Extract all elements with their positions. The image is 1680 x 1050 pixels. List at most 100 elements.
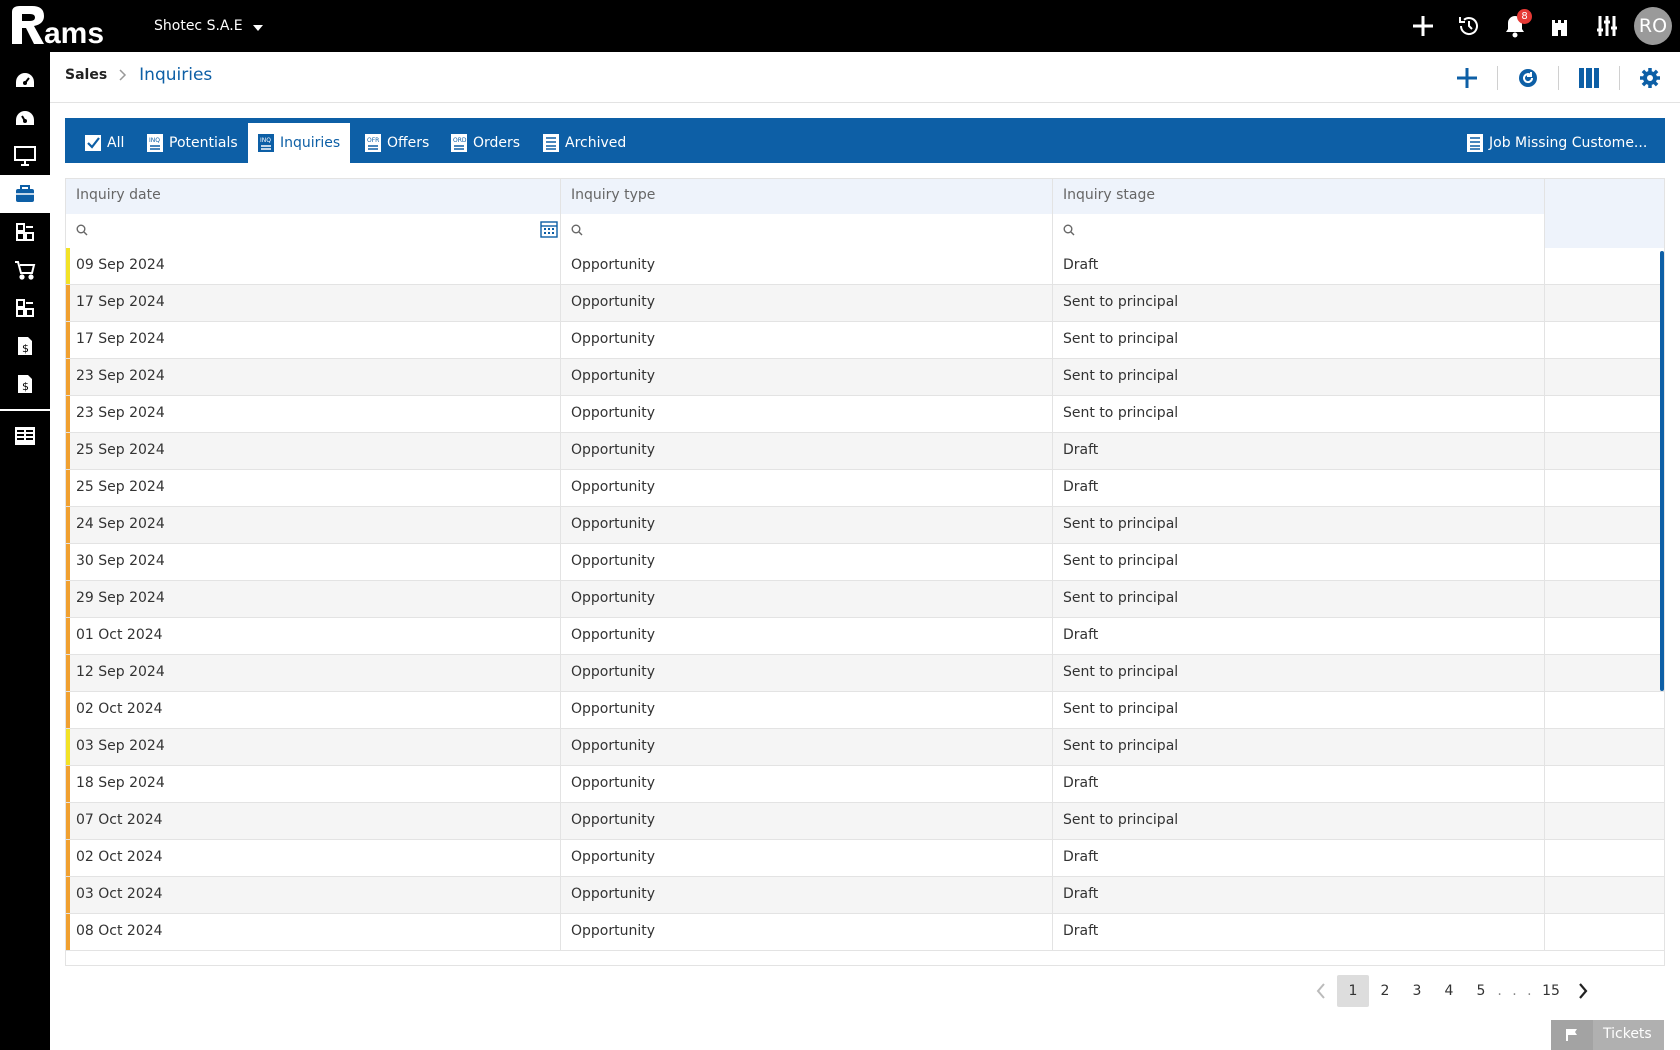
- dashboard-icon: [16, 73, 34, 87]
- sidebar-item-purchasing[interactable]: [0, 251, 50, 289]
- user-avatar[interactable]: RO: [1634, 7, 1672, 45]
- inq-doc-icon: INQ: [147, 134, 163, 152]
- table-row[interactable]: 30 Sep 2024 Opportunity Sent to principal: [66, 544, 1664, 581]
- castle-button[interactable]: [1538, 0, 1584, 52]
- page-5-button[interactable]: 5: [1465, 975, 1497, 1007]
- cell-inquiry-type: Opportunity: [561, 433, 1053, 469]
- tab-archived[interactable]: Archived: [533, 123, 636, 163]
- tab-inquiries[interactable]: INQ Inquiries: [248, 123, 351, 163]
- refresh-button[interactable]: [1497, 52, 1558, 103]
- tab-offers[interactable]: OFR Offers: [355, 123, 439, 163]
- history-button[interactable]: [1446, 0, 1492, 52]
- calendar-icon[interactable]: [540, 220, 558, 238]
- table-row[interactable]: 02 Oct 2024 Opportunity Draft: [66, 840, 1664, 877]
- tickets-button[interactable]: Tickets: [1551, 1020, 1664, 1050]
- tab-orders[interactable]: ORD Orders: [441, 123, 530, 163]
- table-row[interactable]: 23 Sep 2024 Opportunity Sent to principal: [66, 359, 1664, 396]
- sidebar-item-payments[interactable]: $: [0, 365, 50, 403]
- pagination: 1 2 3 4 5 . . . 15: [1305, 975, 1599, 1007]
- table-row[interactable]: 09 Sep 2024 Opportunity Draft: [66, 248, 1664, 285]
- cell-inquiry-stage: Sent to principal: [1053, 544, 1545, 580]
- columns-button[interactable]: [1558, 52, 1619, 103]
- table-row[interactable]: 23 Sep 2024 Opportunity Sent to principal: [66, 396, 1664, 433]
- company-selector[interactable]: Shotec S.A.E: [154, 18, 263, 34]
- cell-extra: [1545, 470, 1664, 506]
- filter-inquiry-date: [66, 214, 561, 248]
- cell-extra: [1545, 507, 1664, 543]
- previous-page-button[interactable]: [1305, 975, 1337, 1007]
- columns-icon: [1578, 67, 1599, 88]
- cell-inquiry-date: 17 Sep 2024: [66, 322, 561, 358]
- cell-inquiry-date: 18 Sep 2024: [66, 766, 561, 802]
- table-row[interactable]: 03 Oct 2024 Opportunity Draft: [66, 877, 1664, 914]
- page-1-button[interactable]: 1: [1337, 975, 1369, 1007]
- cell-inquiry-type: Opportunity: [561, 729, 1053, 765]
- table-row[interactable]: 24 Sep 2024 Opportunity Sent to principal: [66, 507, 1664, 544]
- cell-extra: [1545, 396, 1664, 432]
- tab-label: Archived: [565, 135, 627, 151]
- tab-label: Orders: [473, 135, 521, 151]
- sidebar-item-monitor[interactable]: [0, 137, 50, 175]
- page-3-button[interactable]: 3: [1401, 975, 1433, 1007]
- create-button[interactable]: [1400, 0, 1446, 52]
- page-2-button[interactable]: 2: [1369, 975, 1401, 1007]
- cell-inquiry-type: Opportunity: [561, 359, 1053, 395]
- cell-extra: [1545, 840, 1664, 876]
- table-row[interactable]: 17 Sep 2024 Opportunity Sent to principal: [66, 285, 1664, 322]
- cell-extra: [1545, 692, 1664, 728]
- page-title: Inquiries: [139, 65, 213, 85]
- table-row[interactable]: 25 Sep 2024 Opportunity Draft: [66, 433, 1664, 470]
- inquiry-date-filter-input[interactable]: [92, 220, 488, 235]
- tab-label: All: [107, 135, 125, 151]
- table-row[interactable]: 07 Oct 2024 Opportunity Sent to principal: [66, 803, 1664, 840]
- tab-potentials[interactable]: INQ Potentials: [137, 123, 248, 163]
- table-row[interactable]: 25 Sep 2024 Opportunity Draft: [66, 470, 1664, 507]
- sidebar-item-invoices[interactable]: $: [0, 327, 50, 365]
- archive-doc-icon: [543, 134, 559, 152]
- column-header-inquiry-type[interactable]: Inquiry type: [561, 179, 1053, 214]
- sidebar-item-sales[interactable]: [0, 175, 50, 213]
- notification-badge: 8: [1517, 9, 1532, 24]
- sidebar-item-reports[interactable]: [0, 417, 50, 455]
- cell-inquiry-type: Opportunity: [561, 396, 1053, 432]
- inquiry-type-filter-input[interactable]: [587, 220, 980, 235]
- table-row[interactable]: 17 Sep 2024 Opportunity Sent to principal: [66, 322, 1664, 359]
- notifications-button[interactable]: 8: [1492, 0, 1538, 52]
- next-page-button[interactable]: [1567, 975, 1599, 1007]
- table-row[interactable]: 18 Sep 2024 Opportunity Draft: [66, 766, 1664, 803]
- sidebar-item-dashboard[interactable]: [0, 61, 50, 99]
- tab-all[interactable]: All: [75, 123, 134, 163]
- plus-icon: [1456, 67, 1477, 88]
- cell-inquiry-type: Opportunity: [561, 766, 1053, 802]
- sidebar-item-dashboard-2[interactable]: [0, 99, 50, 137]
- vertical-scrollbar[interactable]: [1660, 251, 1664, 691]
- table-row[interactable]: 03 Sep 2024 Opportunity Sent to principal: [66, 729, 1664, 766]
- cell-inquiry-date: 23 Sep 2024: [66, 359, 561, 395]
- rams-logo[interactable]: ams: [10, 4, 132, 46]
- table-row[interactable]: 08 Oct 2024 Opportunity Draft: [66, 914, 1664, 951]
- inquiry-stage-filter-input[interactable]: [1079, 220, 1472, 235]
- breadcrumb-sales[interactable]: Sales: [65, 67, 107, 83]
- cell-inquiry-date: 23 Sep 2024: [66, 396, 561, 432]
- column-header-inquiry-date[interactable]: Inquiry date: [66, 179, 561, 214]
- add-inquiry-button[interactable]: [1436, 52, 1497, 103]
- history-icon: [1459, 17, 1478, 35]
- column-header-inquiry-stage[interactable]: Inquiry stage: [1053, 179, 1545, 214]
- cell-extra: [1545, 655, 1664, 691]
- settings-button[interactable]: [1619, 52, 1680, 103]
- table-row[interactable]: 12 Sep 2024 Opportunity Sent to principal: [66, 655, 1664, 692]
- cell-inquiry-stage: Sent to principal: [1053, 692, 1545, 728]
- settings-sliders-button[interactable]: [1584, 0, 1630, 52]
- page-4-button[interactable]: 4: [1433, 975, 1465, 1007]
- page-last-button[interactable]: 15: [1535, 975, 1567, 1007]
- table-row[interactable]: 02 Oct 2024 Opportunity Sent to principal: [66, 692, 1664, 729]
- sidebar-item-modules[interactable]: [0, 213, 50, 251]
- table-row[interactable]: 29 Sep 2024 Opportunity Sent to principal: [66, 581, 1664, 618]
- cell-inquiry-type: Opportunity: [561, 470, 1053, 506]
- table-row[interactable]: 01 Oct 2024 Opportunity Draft: [66, 618, 1664, 655]
- tab-job-missing-customer[interactable]: Job Missing Custome...: [1457, 123, 1657, 163]
- sidebar-item-modules-2[interactable]: [0, 289, 50, 327]
- cell-extra: [1545, 914, 1664, 950]
- cell-extra: [1545, 766, 1664, 802]
- top-bar: ams Shotec S.A.E 8 RO: [0, 0, 1680, 52]
